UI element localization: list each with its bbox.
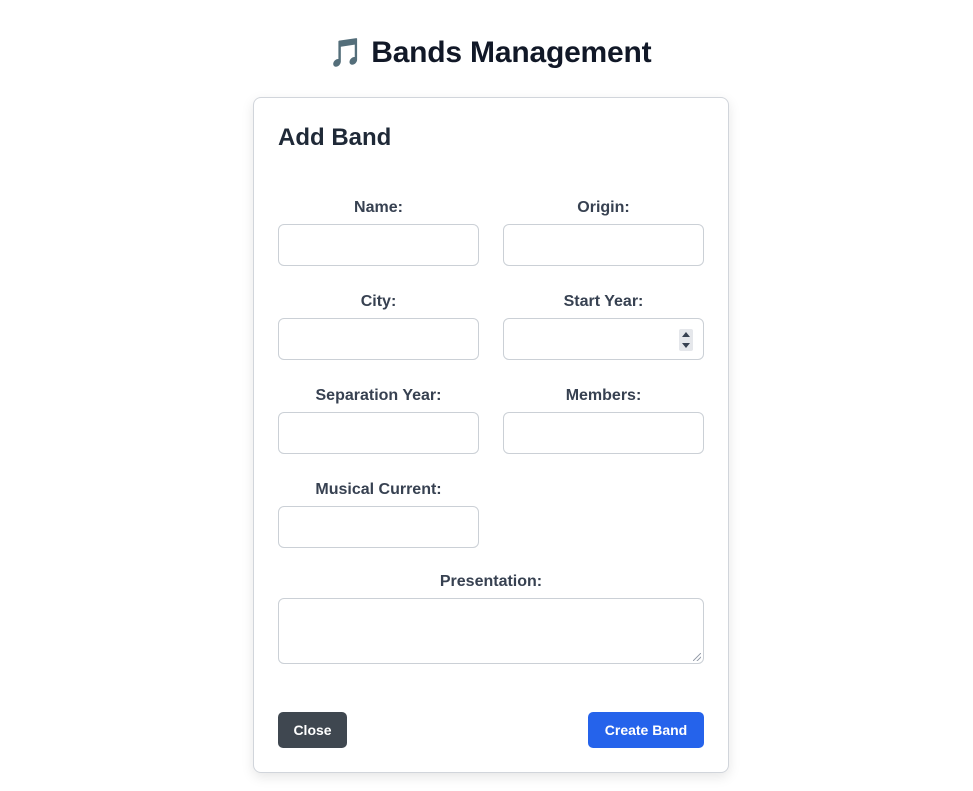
- city-field-group: City:: [278, 292, 479, 360]
- presentation-label: Presentation:: [439, 573, 543, 590]
- musical-current-input-box: [278, 506, 479, 548]
- origin-input-box: [503, 224, 704, 266]
- origin-input[interactable]: [504, 225, 703, 265]
- name-label: Name:: [354, 199, 403, 216]
- presentation-textarea-box: [278, 598, 704, 664]
- musical-current-label: Musical Current:: [315, 481, 442, 498]
- start-year-input[interactable]: [504, 319, 703, 359]
- spinner-down-icon[interactable]: [682, 343, 690, 348]
- musical-current-field-group: Musical Current:: [278, 480, 479, 548]
- page-title-text: Bands Management: [371, 36, 652, 69]
- name-input-box: [278, 224, 479, 266]
- close-button[interactable]: Close: [278, 712, 347, 748]
- start-year-field-group: Start Year:: [503, 292, 704, 360]
- musical-note-icon: 🎵: [328, 36, 364, 69]
- origin-field-group: Origin:: [503, 198, 704, 266]
- spinner-up-icon[interactable]: [682, 332, 690, 337]
- number-spinner[interactable]: [679, 329, 693, 351]
- start-year-label: Start Year:: [563, 293, 644, 310]
- origin-label: Origin:: [577, 199, 630, 216]
- resize-grip-icon[interactable]: [693, 653, 701, 661]
- separation-year-input-box: [278, 412, 479, 454]
- presentation-field-group: Presentation:: [278, 572, 704, 664]
- name-field-group: Name:: [278, 198, 479, 266]
- members-label: Members:: [565, 387, 642, 404]
- name-input[interactable]: [279, 225, 478, 265]
- separation-year-input[interactable]: [279, 413, 478, 453]
- presentation-textarea[interactable]: [279, 599, 703, 663]
- modal-title: Add Band: [278, 124, 392, 151]
- members-input[interactable]: [504, 413, 703, 453]
- city-input-box: [278, 318, 479, 360]
- page-title: 🎵 Bands Management: [0, 36, 973, 70]
- city-label: City:: [360, 293, 397, 310]
- members-input-box: [503, 412, 704, 454]
- start-year-input-box: [503, 318, 704, 360]
- separation-year-label: Separation Year:: [315, 387, 442, 404]
- city-input[interactable]: [279, 319, 478, 359]
- create-band-button[interactable]: Create Band: [588, 712, 704, 748]
- add-band-modal: Add Band Name: Origin: City: Start Year:…: [253, 97, 729, 773]
- members-field-group: Members:: [503, 386, 704, 454]
- separation-year-field-group: Separation Year:: [278, 386, 479, 454]
- musical-current-input[interactable]: [279, 507, 478, 547]
